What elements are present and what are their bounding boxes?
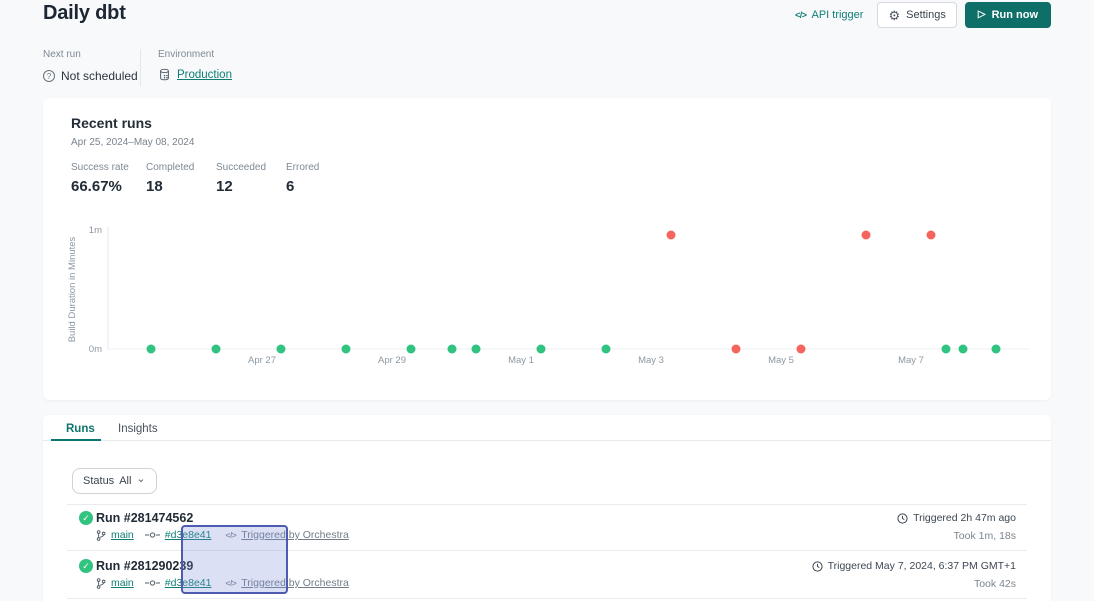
header-actions: </> API trigger ⚙ Settings ▷ Run now [795, 1, 1051, 29]
status-filter-label: Status [83, 475, 114, 487]
y-tick-label: 0m [89, 344, 102, 355]
tab-runs[interactable]: Runs [66, 423, 95, 435]
tabbar-divider [43, 440, 1051, 441]
triggered-text: Triggered May 7, 2024, 6:37 PM GMT+1 [828, 560, 1016, 572]
run-title: Run #281290239 [96, 559, 193, 573]
chart-point-succeeded [277, 345, 286, 354]
chart-point-errored [732, 345, 741, 354]
branch-link[interactable]: main [111, 577, 134, 589]
y-tick-label: 1m [89, 225, 102, 236]
clock-icon [812, 561, 823, 572]
chart-point-succeeded [602, 345, 611, 354]
git-branch-icon [96, 530, 106, 541]
clock-icon [897, 513, 908, 524]
environment-section: Environment Production [158, 49, 232, 81]
api-trigger-link[interactable]: </> API trigger [795, 9, 863, 21]
settings-label: Settings [906, 9, 946, 21]
run-success-icon: ✓ [79, 511, 93, 525]
code-icon: </> [795, 10, 807, 20]
chart-point-errored [927, 231, 936, 240]
chart-point-errored [862, 231, 871, 240]
chart-point-succeeded [342, 345, 351, 354]
run-success-icon: ✓ [79, 559, 93, 573]
took-text: Took 1m, 18s [897, 530, 1016, 542]
run-now-button[interactable]: ▷ Run now [965, 2, 1051, 28]
status-filter-value: All [119, 475, 131, 487]
gear-icon: ⚙ [888, 9, 900, 22]
x-tick-label: May 5 [768, 355, 794, 366]
chart-point-errored [797, 345, 806, 354]
question-circle-icon: ? [43, 70, 55, 82]
chart-point-succeeded [212, 345, 221, 354]
y-axis-title: Build Duration in Minutes [67, 236, 78, 342]
chart-point-succeeded [448, 345, 457, 354]
x-tick-label: May 3 [638, 355, 664, 366]
database-icon [158, 68, 171, 81]
status-filter-dropdown[interactable]: Status All ⌄ [72, 468, 157, 494]
meta-divider [140, 49, 141, 86]
recent-runs-card: Recent runs Apr 25, 2024–May 08, 2024 Su… [43, 98, 1051, 400]
settings-button[interactable]: ⚙ Settings [877, 2, 956, 28]
x-tick-label: May 7 [898, 355, 924, 366]
api-trigger-label: API trigger [811, 9, 863, 21]
run-now-label: Run now [992, 9, 1038, 21]
list-divider [67, 598, 1027, 599]
branch-link[interactable]: main [111, 529, 134, 541]
job-page: Daily dbt </> API trigger ⚙ Settings ▷ R… [0, 0, 1094, 601]
chart-point-succeeded [942, 345, 951, 354]
chart-point-succeeded [147, 345, 156, 354]
chart-point-succeeded [407, 345, 416, 354]
active-tab-underline [51, 439, 101, 441]
x-tick-label: Apr 29 [378, 355, 406, 366]
next-run-section: Next run ? Not scheduled [43, 49, 138, 83]
play-icon: ▷ [978, 10, 986, 20]
tab-insights[interactable]: Insights [118, 423, 158, 435]
git-commit-icon [145, 579, 160, 587]
x-tick-label: Apr 27 [248, 355, 276, 366]
environment-label: Environment [158, 49, 232, 60]
chart-point-succeeded [959, 345, 968, 354]
took-text: Took 42s [812, 578, 1016, 590]
next-run-label: Next run [43, 49, 138, 60]
git-branch-icon [96, 578, 106, 589]
selection-highlight-overlay [181, 525, 288, 594]
chart-point-errored [667, 231, 676, 240]
triggered-text: Triggered 2h 47m ago [913, 512, 1016, 524]
duration-scatter-chart: Build Duration in Minutes 1m 0m Apr 27 Apr 2… [43, 98, 1051, 400]
x-tick-label: May 1 [508, 355, 534, 366]
next-run-value: Not scheduled [61, 69, 138, 83]
chevron-down-icon: ⌄ [136, 476, 145, 483]
page-title: Daily dbt [43, 2, 126, 25]
chart-point-succeeded [472, 345, 481, 354]
run-title: Run #281474562 [96, 511, 193, 525]
chart-point-succeeded [537, 345, 546, 354]
environment-link[interactable]: Production [177, 69, 232, 81]
git-commit-icon [145, 531, 160, 539]
chart-point-succeeded [992, 345, 1001, 354]
